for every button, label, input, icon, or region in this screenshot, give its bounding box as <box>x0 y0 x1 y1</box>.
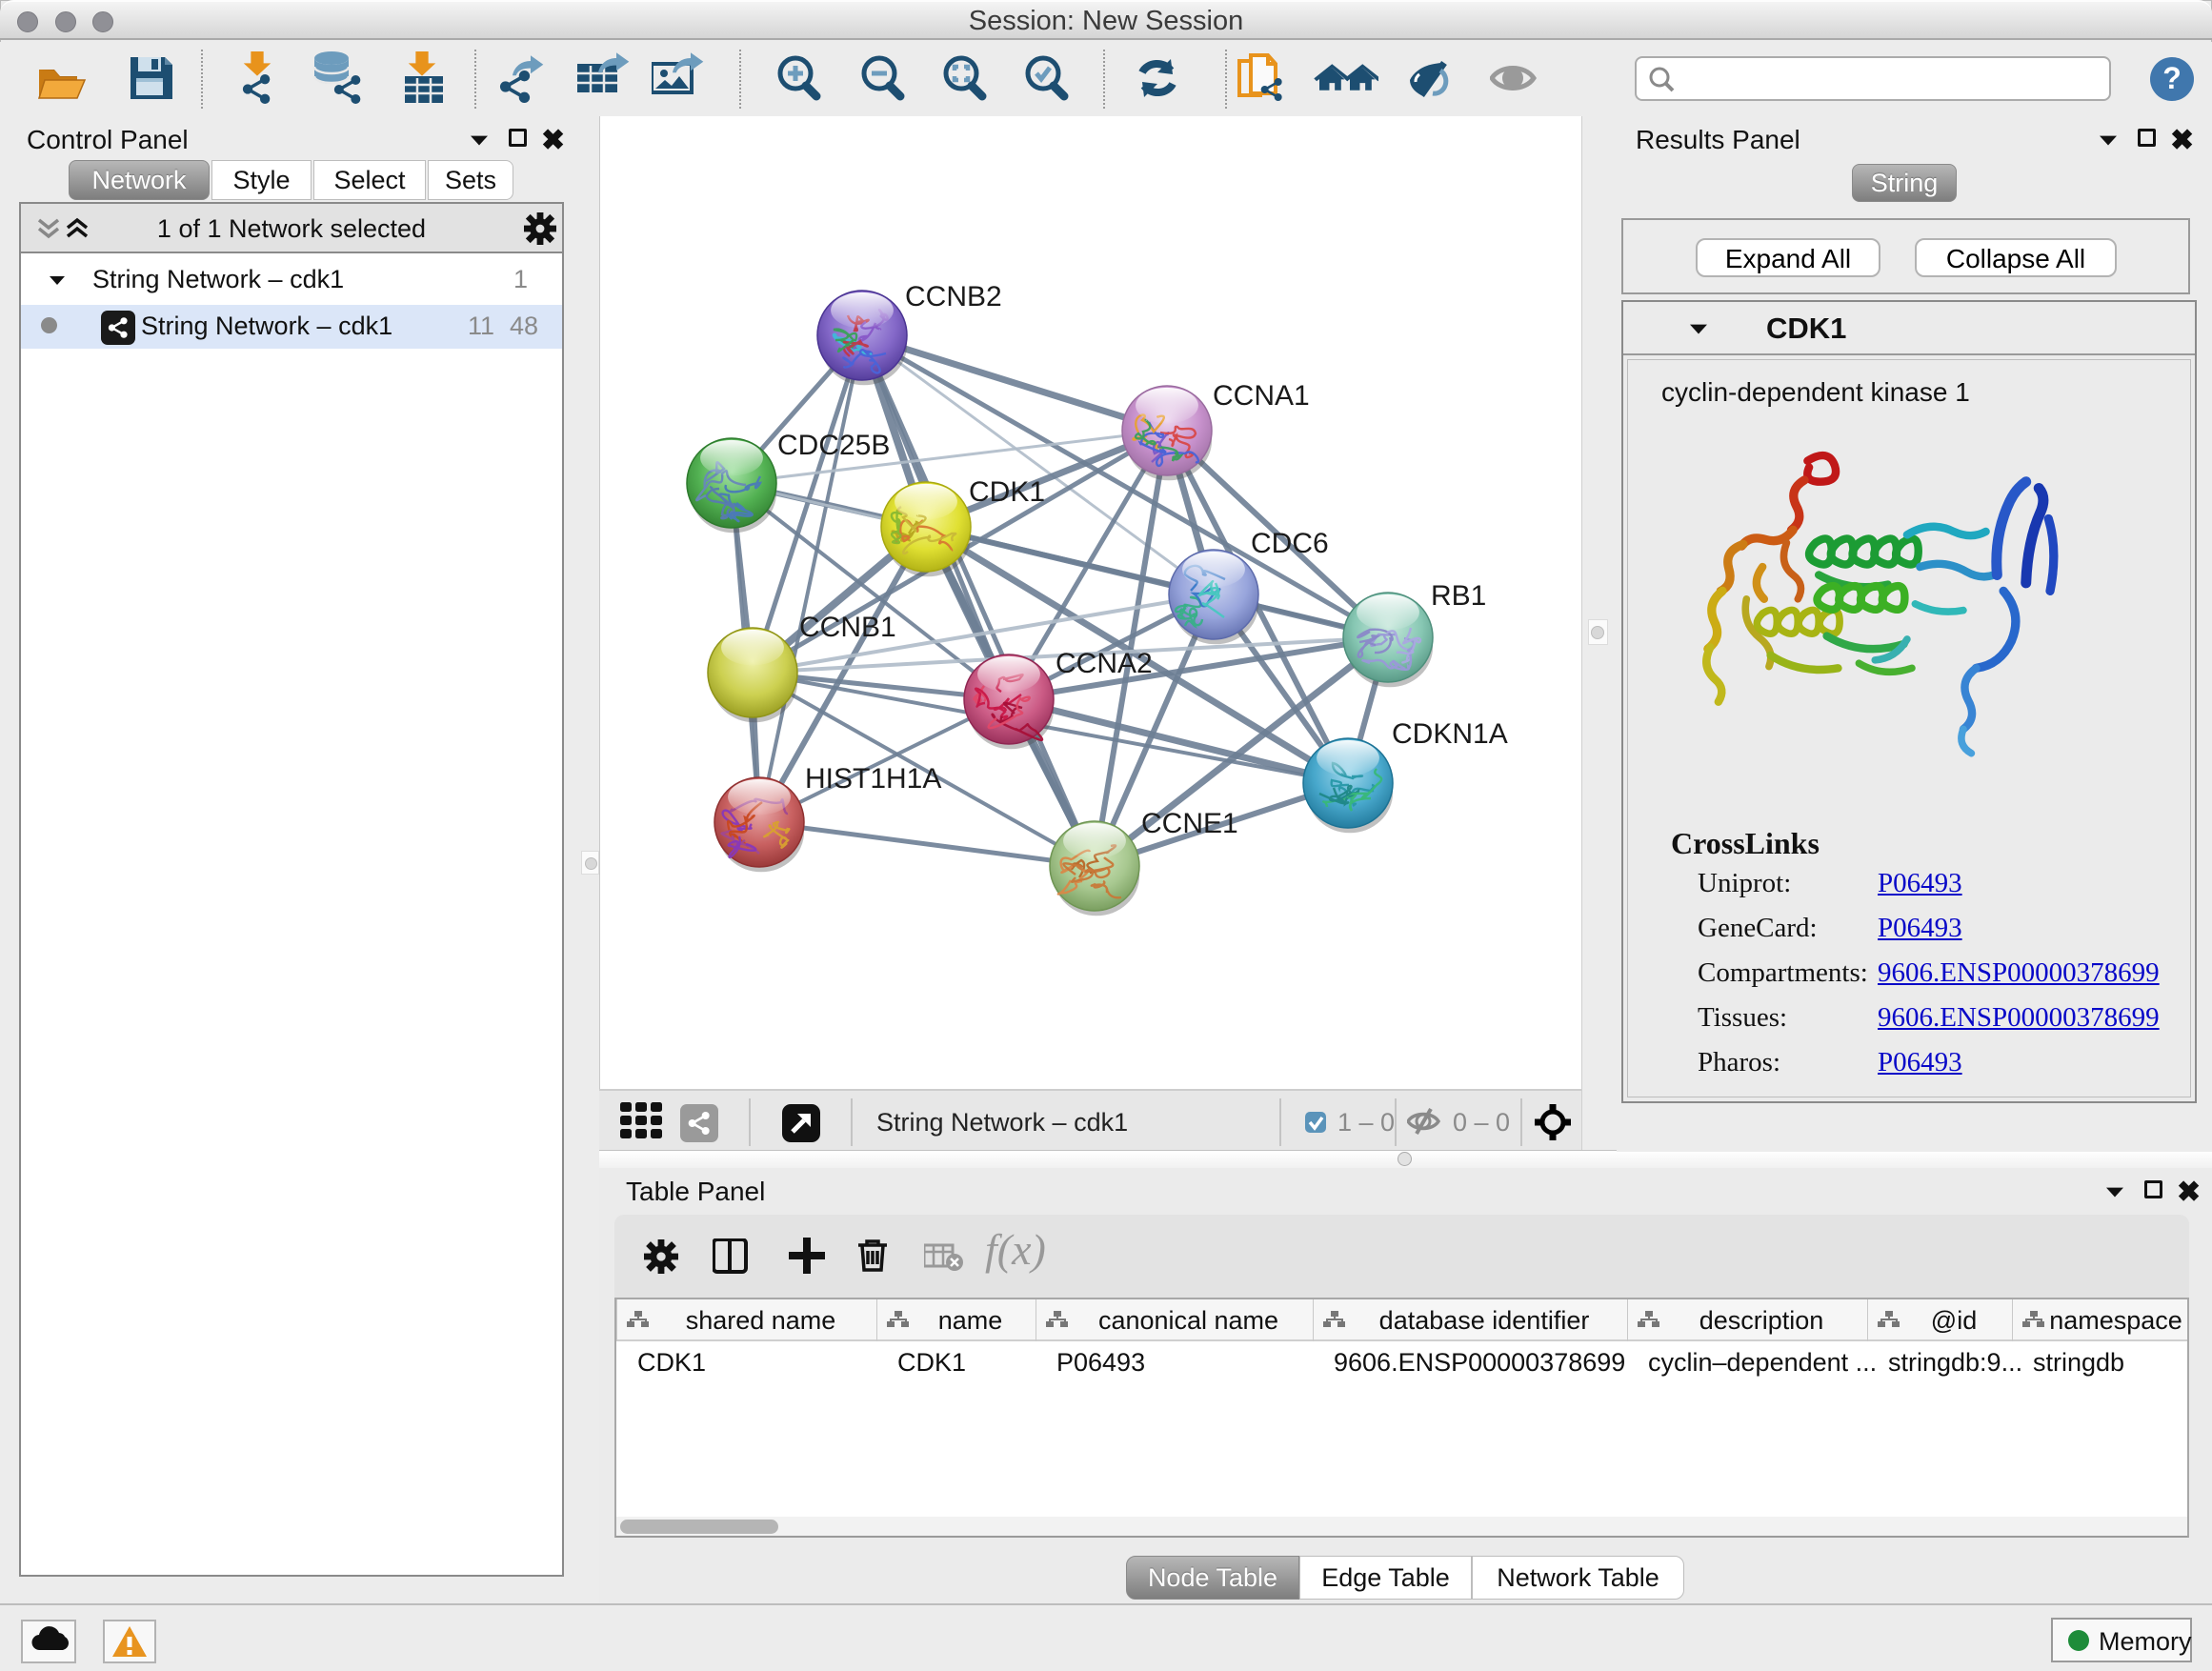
svg-text:CDC6: CDC6 <box>1251 528 1329 559</box>
svg-text:?: ? <box>2162 61 2182 95</box>
svg-text:CCNB1: CCNB1 <box>799 612 896 643</box>
svg-text:CCNE1: CCNE1 <box>1141 808 1238 839</box>
svg-text:CDC25B: CDC25B <box>777 430 890 461</box>
svg-text:RB1: RB1 <box>1431 580 1486 612</box>
svg-text:CCNA1: CCNA1 <box>1213 380 1310 412</box>
svg-text:CDK1: CDK1 <box>969 476 1045 508</box>
svg-text:CCNB2: CCNB2 <box>905 281 1002 312</box>
svg-text:CDKN1A: CDKN1A <box>1392 718 1508 750</box>
svg-text:HIST1H1A: HIST1H1A <box>805 763 941 795</box>
svg-text:CCNA2: CCNA2 <box>1056 648 1153 679</box>
